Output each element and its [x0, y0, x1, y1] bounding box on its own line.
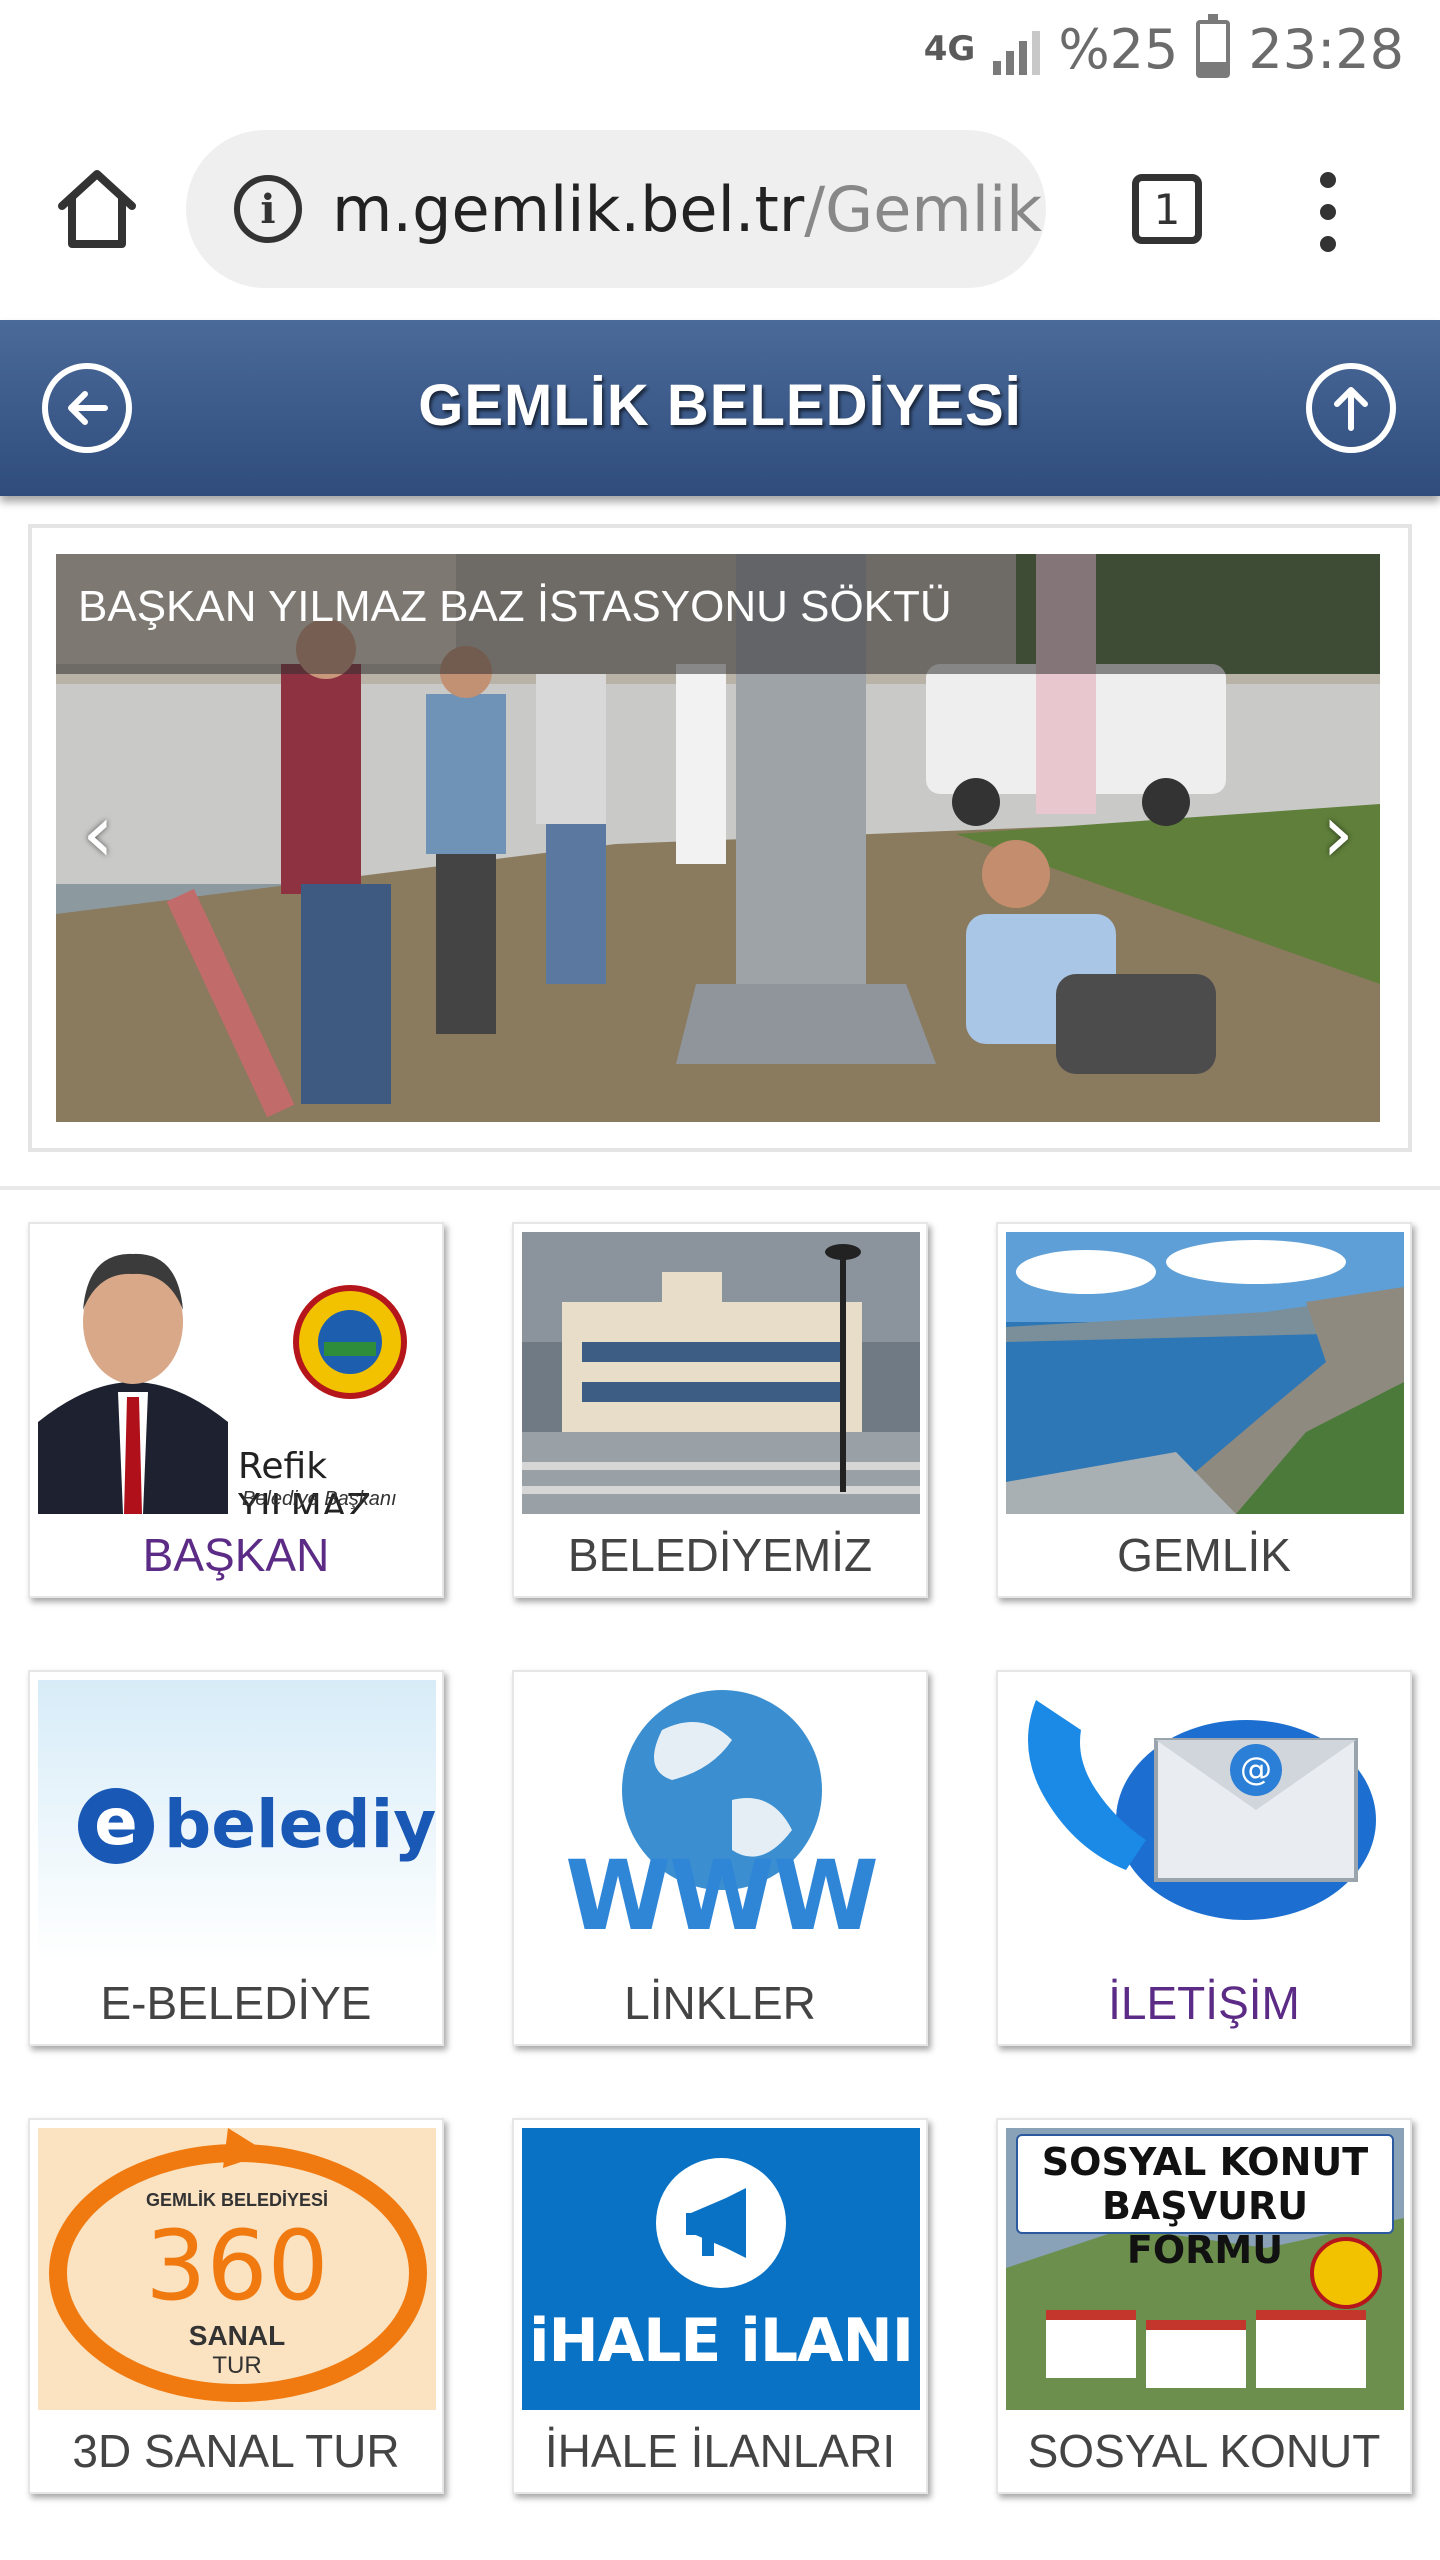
overflow-menu-button[interactable]	[1308, 172, 1348, 252]
tile-ebelediye[interactable]: e belediye E-BELEDİYE	[28, 1670, 444, 2046]
news-slide[interactable]: BAŞKAN YILMAZ BAZ İSTASYONU SÖKTÜ ‹ ›	[56, 554, 1380, 1122]
url-text: m.gemlik.bel.tr/GemlikE	[332, 173, 1046, 246]
tile-label: BAŞKAN	[142, 1529, 330, 1581]
tile-ihale[interactable]: iHALE iLANI İHALE İLANLARI	[512, 2118, 928, 2494]
tile-label: LİNKLER	[624, 1977, 816, 2029]
megaphone-icon	[656, 2158, 786, 2288]
home-icon	[58, 170, 136, 248]
tab-switcher-button[interactable]: 1	[1132, 174, 1202, 244]
ebelediye-image-text: belediye	[164, 1786, 436, 1863]
network-type-icon: 4G	[923, 28, 976, 69]
sanal-tur-image: GEMLİK BELEDİYESİ 360 SANAL TUR	[38, 2128, 436, 2410]
clock: 23:28	[1248, 17, 1404, 81]
tile-gemlik[interactable]: GEMLİK	[996, 1222, 1412, 1598]
tile-label: BELEDİYEMİZ	[567, 1529, 873, 1581]
app-header: GEMLİK BELEDİYESİ	[0, 320, 1440, 496]
gemlik-image	[1006, 1232, 1404, 1514]
sosyal-konut-line2: BAŞVURU FORMU	[1101, 2184, 1309, 2272]
ihale-image-text: iHALE iLANI	[528, 2306, 914, 2376]
battery-icon	[1196, 14, 1231, 78]
ebelediye-image: e belediye	[38, 1680, 436, 1962]
sanal-tur-sub2: TUR	[212, 2352, 262, 2379]
tile-belediyemiz[interactable]: BELEDİYEMİZ	[512, 1222, 928, 1598]
tile-iletisim[interactable]: @ İLETİŞİM	[996, 1670, 1412, 2046]
baskan-image: Refik YILMAZ Belediye Başkanı	[38, 1232, 436, 1514]
sosyal-konut-banner: SOSYAL KONUT BAŞVURU FORMU	[1016, 2134, 1394, 2272]
tile-label: İHALE İLANLARI	[544, 2425, 896, 2477]
signal-strength-icon	[993, 23, 1041, 75]
url-host: m.gemlik.bel.tr	[332, 172, 805, 246]
slide-prev-arrow[interactable]: ‹	[68, 794, 128, 874]
section-divider	[0, 1186, 1440, 1190]
ihale-image: iHALE iLANI	[522, 2128, 920, 2410]
tile-baskan[interactable]: Refik YILMAZ Belediye Başkanı BAŞKAN	[28, 1222, 444, 1598]
scroll-top-button[interactable]	[1306, 363, 1396, 453]
site-info-icon[interactable]: i	[234, 175, 302, 243]
linkler-image: WWW	[522, 1680, 920, 1962]
battery-percent: %25	[1058, 17, 1179, 81]
municipality-building-photo	[522, 1232, 920, 1514]
svg-text:@: @	[1240, 1750, 1272, 1788]
tile-label: İLETİŞİM	[1108, 1977, 1300, 2029]
slide-next-arrow[interactable]: ›	[1308, 794, 1368, 874]
status-bar: 4G %25 23:28	[0, 0, 1440, 96]
sanal-tur-top-text: GEMLİK BELEDİYESİ	[145, 2190, 329, 2210]
tile-label: E-BELEDİYE	[100, 1977, 372, 2029]
browser-toolbar: i m.gemlik.bel.tr/GemlikE 1	[0, 96, 1440, 320]
www-image-text: WWW	[565, 1840, 879, 1952]
tile-label: SOSYAL KONUT	[1027, 2425, 1381, 2477]
sosyal-konut-image: SOSYAL KONUT BAŞVURU FORMU	[1006, 2128, 1404, 2410]
e-logo-icon: e	[78, 1788, 154, 1864]
page-title: GEMLİK BELEDİYESİ	[418, 373, 1022, 438]
sanal-tur-sub1: SANAL	[188, 2320, 286, 2351]
address-bar[interactable]: i m.gemlik.bel.tr/GemlikE	[186, 130, 1046, 288]
tile-sanal-tur[interactable]: GEMLİK BELEDİYESİ 360 SANAL TUR 3D SANAL…	[28, 2118, 444, 2494]
tile-sosyal-konut[interactable]: SOSYAL KONUT BAŞVURU FORMU SOSYAL KONUT	[996, 2118, 1412, 2494]
tile-label: GEMLİK	[1117, 1529, 1291, 1581]
tile-label: 3D SANAL TUR	[72, 2425, 400, 2477]
sosyal-konut-line1: SOSYAL KONUT	[1041, 2140, 1369, 2184]
contact-phone-mail-icon: @	[1028, 1700, 1376, 1920]
gemlik-coast-photo	[1006, 1232, 1404, 1514]
tile-linkler[interactable]: WWW LİNKLER	[512, 1670, 928, 2046]
sanal-tur-number: 360	[145, 2210, 329, 2322]
slide-caption: BAŞKAN YILMAZ BAZ İSTASYONU SÖKTÜ	[56, 554, 1380, 674]
iletisim-image: @	[1006, 1680, 1404, 1962]
baskan-image-title: Belediye Başkanı	[242, 1488, 397, 1510]
status-icons: 4G %25 23:28	[924, 14, 1404, 84]
arrow-up-icon	[1334, 387, 1368, 431]
url-path: /GemlikE	[804, 172, 1046, 246]
belediyemiz-image	[522, 1232, 920, 1514]
home-button[interactable]	[52, 164, 142, 254]
